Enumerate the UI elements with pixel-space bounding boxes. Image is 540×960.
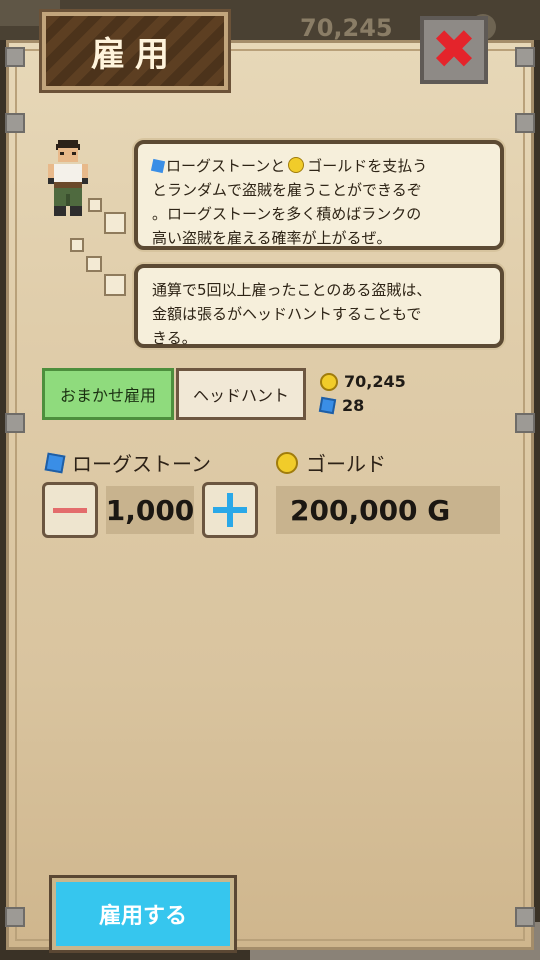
increase-button[interactable] — [202, 482, 258, 538]
bolt-icon — [5, 47, 25, 67]
hire-button[interactable]: 雇用する — [52, 878, 234, 950]
title-plate: 雇用 — [42, 12, 228, 90]
decrease-button[interactable] — [42, 482, 98, 538]
bolt-icon — [5, 413, 25, 433]
thought-square — [88, 198, 102, 212]
dialog-text: ローグストーンと — [166, 157, 286, 175]
gold-coin-icon — [320, 372, 338, 391]
gold-cost: 200,000 G — [276, 486, 500, 534]
dialog-line: ローグストーンと ゴールドを支払う — [150, 154, 486, 178]
bolt-icon — [515, 113, 535, 133]
tab-headhunt[interactable]: ヘッドハント — [176, 368, 306, 420]
dialog-line: 。ローグストーンを多く積めばランクの — [152, 205, 422, 223]
background-gold-amount: 70,245 — [300, 14, 393, 42]
dialog-line: 金額は張るがヘッドハントすることもで — [152, 305, 422, 323]
dialog-line: 高い盗賊を雇える確率が上がるぜ。 — [152, 229, 392, 247]
rogue-stone-balance-value: 28 — [342, 396, 365, 415]
gold-coin-icon — [288, 157, 305, 173]
gold-label: ゴールド — [276, 448, 386, 477]
bolt-icon — [5, 113, 25, 133]
dialog-bubble-headhunt-info: 通算で5回以上雇ったことのある盗賊は、 金額は張るがヘッドハントすることもで き… — [134, 264, 504, 348]
page-title: 雇用 — [91, 34, 179, 75]
rogue-stone-quantity: 1,000 — [106, 486, 194, 534]
plus-icon — [213, 493, 247, 527]
rogue-stone-label-text: ローグストーン — [72, 452, 211, 476]
thought-square — [86, 256, 102, 272]
rogue-stone-icon — [44, 452, 66, 473]
bolt-icon — [515, 413, 535, 433]
bolt-icon — [5, 907, 25, 927]
close-icon: ✖ — [431, 18, 477, 81]
thought-square — [70, 238, 84, 252]
thought-square — [104, 274, 126, 296]
close-button[interactable]: ✖ — [420, 16, 488, 84]
rogue-stone-balance: 28 — [318, 396, 365, 415]
tab-auto-hire[interactable]: おまかせ雇用 — [42, 368, 174, 420]
gold-coin-icon — [276, 451, 298, 474]
gold-label-text: ゴールド — [306, 452, 386, 476]
rogue-stone-label: ローグストーン — [44, 448, 211, 477]
dialog-line: きる。 — [152, 329, 197, 347]
gold-balance: 70,245 — [320, 372, 406, 391]
dialog-text: ゴールドを支払う — [307, 157, 428, 175]
thief-character-icon — [48, 140, 88, 216]
dialog-line: とランダムで盗賊を雇うことができるぞ — [152, 181, 422, 199]
thought-square — [104, 212, 126, 234]
dialog-line: 通算で5回以上雇ったことのある盗賊は、 — [152, 281, 432, 299]
rogue-stone-icon — [318, 396, 337, 415]
rogue-stone-icon — [150, 158, 166, 174]
minus-icon — [53, 507, 87, 513]
bolt-icon — [515, 907, 535, 927]
bolt-icon — [515, 47, 535, 67]
gold-balance-value: 70,245 — [344, 372, 406, 391]
dialog-bubble-explanation: ローグストーンと ゴールドを支払う とランダムで盗賊を雇うことができるぞ 。ローグ… — [134, 140, 504, 250]
